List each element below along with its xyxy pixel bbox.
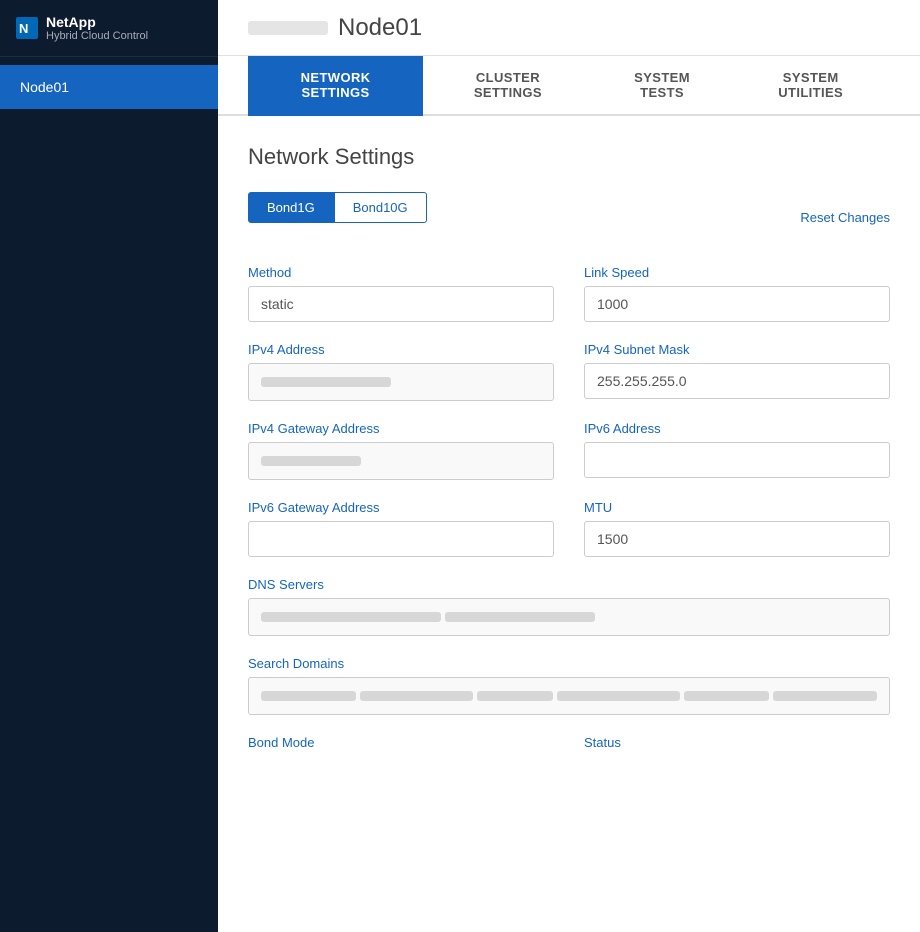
- search-domains-input[interactable]: [248, 677, 890, 715]
- app-name: NetApp: [46, 14, 148, 30]
- link-speed-field: Link Speed: [584, 265, 890, 322]
- search-domains-label: Search Domains: [248, 656, 890, 671]
- search-blur5: [684, 691, 769, 701]
- ipv6-address-field: IPv6 Address: [584, 421, 890, 480]
- method-label: Method: [248, 265, 554, 280]
- ipv6-gateway-label: IPv6 Gateway Address: [248, 500, 554, 515]
- ipv4-subnet-label: IPv4 Subnet Mask: [584, 342, 890, 357]
- ipv4-address-blur: [261, 377, 391, 387]
- search-blur3: [477, 691, 553, 701]
- tab-cluster-settings[interactable]: CLUSTER SETTINGS: [423, 56, 593, 116]
- search-domains-field: Search Domains: [248, 656, 890, 715]
- search-blur4: [557, 691, 680, 701]
- dns-label: DNS Servers: [248, 577, 890, 592]
- mtu-field: MTU: [584, 500, 890, 557]
- main-content: Node01 NETWORK SETTINGS CLUSTER SETTINGS…: [218, 0, 920, 932]
- search-blur2: [360, 691, 474, 701]
- ipv4-address-field: IPv4 Address: [248, 342, 554, 401]
- svg-text:N: N: [19, 21, 28, 36]
- topbar: Node01: [218, 0, 920, 56]
- sidebar: N NetApp Hybrid Cloud Control Node01: [0, 0, 218, 932]
- ipv6-gateway-field: IPv6 Gateway Address: [248, 500, 554, 557]
- method-field: Method: [248, 265, 554, 322]
- content-area: Network Settings Bond1G Bond10G Reset Ch…: [218, 116, 920, 790]
- bond-tabs-row: Bond1G Bond10G Reset Changes: [248, 192, 890, 243]
- ipv4-gateway-input[interactable]: [248, 442, 554, 480]
- mtu-label: MTU: [584, 500, 890, 515]
- link-speed-label: Link Speed: [584, 265, 890, 280]
- dns-field: DNS Servers: [248, 577, 890, 636]
- tab-network-settings[interactable]: NETWORK SETTINGS: [248, 56, 423, 116]
- tab-system-utilities[interactable]: SYSTEM UTILITIES: [731, 56, 890, 116]
- ipv4-address-label: IPv4 Address: [248, 342, 554, 357]
- netapp-logo-icon: N: [16, 17, 38, 39]
- ipv4-address-input[interactable]: [248, 363, 554, 401]
- method-input[interactable]: [248, 286, 554, 322]
- reset-changes-link[interactable]: Reset Changes: [800, 210, 890, 225]
- dns-input[interactable]: [248, 598, 890, 636]
- ipv6-address-input[interactable]: [584, 442, 890, 478]
- bond-mode-label: Bond Mode: [248, 735, 554, 750]
- tab-system-tests[interactable]: SYSTEM TESTS: [593, 56, 732, 116]
- tabs-bar: NETWORK SETTINGS CLUSTER SETTINGS SYSTEM…: [218, 56, 920, 116]
- bond-tab-bond10g[interactable]: Bond10G: [334, 192, 427, 223]
- bond-tab-bond1g[interactable]: Bond1G: [248, 192, 334, 223]
- search-blur1: [261, 691, 356, 701]
- ipv6-gateway-input[interactable]: [248, 521, 554, 557]
- form-grid: Method Link Speed IPv4 Address IPv4 Subn…: [248, 265, 890, 750]
- dns-blur: [261, 612, 441, 622]
- ipv4-subnet-field: IPv4 Subnet Mask: [584, 342, 890, 401]
- link-speed-input[interactable]: [584, 286, 890, 322]
- dns-blur2: [445, 612, 595, 622]
- status-field: Status: [584, 735, 890, 750]
- mtu-input[interactable]: [584, 521, 890, 557]
- ipv6-address-label: IPv6 Address: [584, 421, 890, 436]
- ipv4-subnet-input[interactable]: [584, 363, 890, 399]
- page-title: Node01: [338, 14, 422, 42]
- bond-mode-field: Bond Mode: [248, 735, 554, 750]
- bond-tabs: Bond1G Bond10G: [248, 192, 427, 223]
- page-title-area: Node01: [248, 14, 422, 42]
- ipv4-gateway-blur: [261, 456, 361, 466]
- app-subtitle: Hybrid Cloud Control: [46, 30, 148, 42]
- page-title-blur-decoration: [248, 21, 328, 35]
- status-label: Status: [584, 735, 890, 750]
- ipv4-gateway-label: IPv4 Gateway Address: [248, 421, 554, 436]
- ipv4-gateway-field: IPv4 Gateway Address: [248, 421, 554, 480]
- sidebar-item-node01[interactable]: Node01: [0, 65, 218, 109]
- section-title: Network Settings: [248, 144, 890, 170]
- search-blur6: [773, 691, 877, 701]
- sidebar-logo: N NetApp Hybrid Cloud Control: [0, 0, 218, 57]
